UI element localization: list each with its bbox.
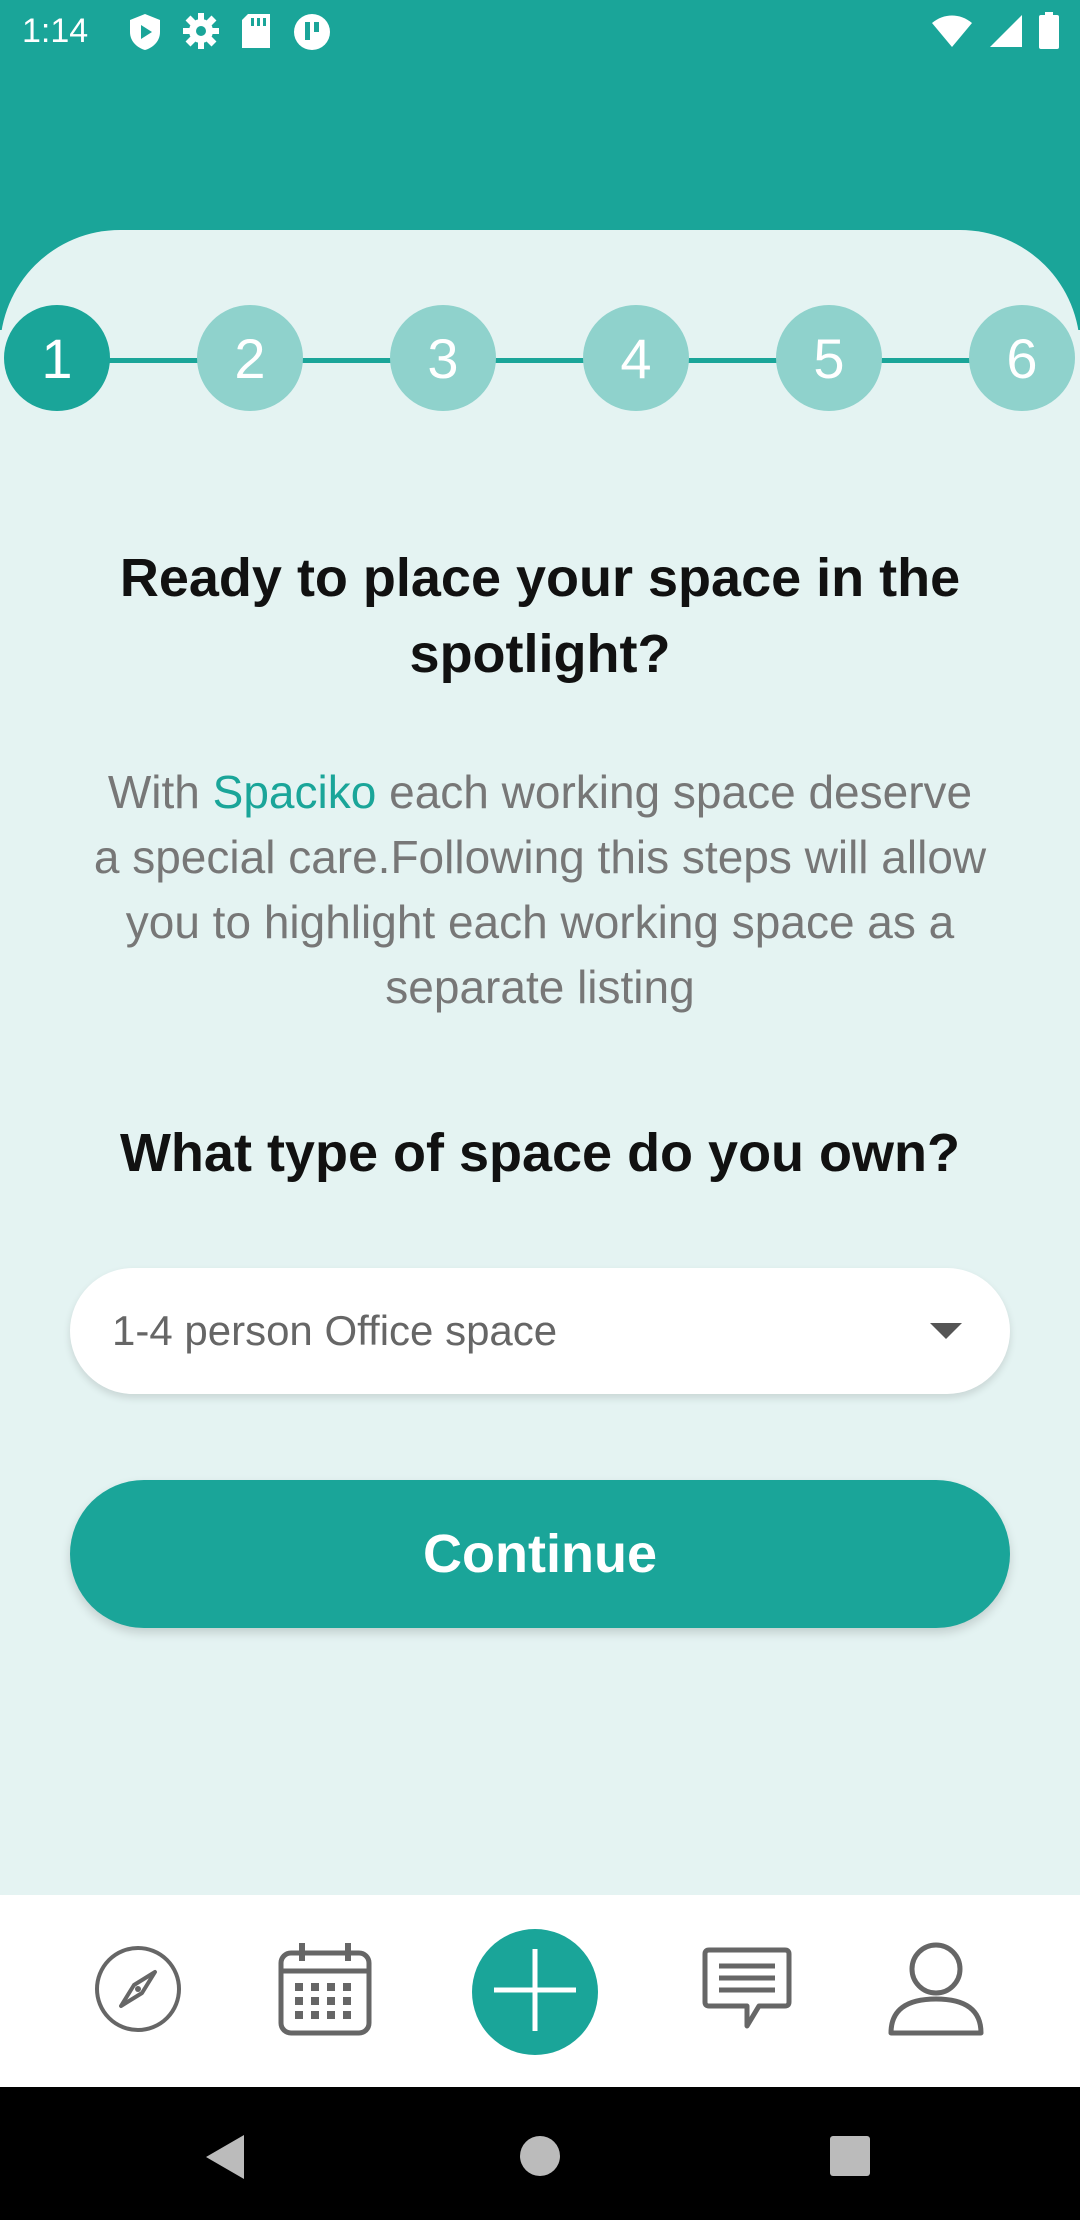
step-1[interactable]: 1 — [4, 305, 110, 411]
status-icons-left — [128, 12, 332, 57]
status-icons-right — [930, 12, 1060, 55]
page-title: Ready to place your space in the spotlig… — [119, 548, 961, 684]
system-navigation-bar — [0, 2087, 1080, 2220]
step-4[interactable]: 4 — [583, 305, 689, 411]
compass-icon — [93, 1944, 183, 2039]
nav-messages[interactable] — [697, 1895, 797, 2087]
continue-button[interactable]: Continue — [70, 1480, 1010, 1628]
space-type-question: What type of space do you own? — [119, 1123, 961, 1183]
sd-card-icon — [240, 12, 272, 57]
nav-profile[interactable] — [886, 1895, 986, 2087]
desc-prefix: With — [107, 766, 213, 818]
gear-icon — [182, 12, 220, 57]
step-6[interactable]: 6 — [969, 305, 1075, 411]
app-badge-icon — [292, 12, 332, 57]
step-3[interactable]: 3 — [390, 305, 496, 411]
space-type-dropdown[interactable]: 1-4 person Office space — [70, 1268, 1010, 1394]
nav-add-button[interactable] — [472, 1929, 598, 2055]
nav-calendar[interactable] — [275, 1895, 375, 2087]
profile-icon — [887, 1941, 985, 2042]
step-5[interactable]: 5 — [776, 305, 882, 411]
add-icon — [490, 1945, 580, 2040]
chevron-down-icon — [930, 1323, 962, 1339]
battery-icon — [1038, 12, 1060, 55]
play-shield-icon — [128, 12, 162, 57]
cell-signal-icon — [988, 13, 1024, 54]
calendar-icon — [277, 1941, 373, 2042]
status-time: 1:14 — [22, 12, 89, 50]
step-2[interactable]: 2 — [197, 305, 303, 411]
home-icon[interactable] — [519, 2135, 561, 2182]
bottom-nav — [0, 1895, 1080, 2087]
dropdown-selected-value: 1-4 person Office space — [112, 1307, 558, 1354]
wifi-icon — [930, 13, 974, 54]
recents-icon[interactable] — [829, 2135, 871, 2182]
content-card — [0, 230, 1080, 1895]
brand-name: Spaciko — [212, 766, 377, 818]
chat-icon — [701, 1946, 793, 2037]
progress-stepper: 1 2 3 4 5 6 — [0, 305, 1080, 415]
nav-explore[interactable] — [88, 1895, 188, 2087]
back-icon[interactable] — [204, 2133, 248, 2186]
intro-description: With Spaciko each working space deserve … — [90, 760, 990, 1020]
status-bar: 1:14 — [0, 0, 1080, 66]
